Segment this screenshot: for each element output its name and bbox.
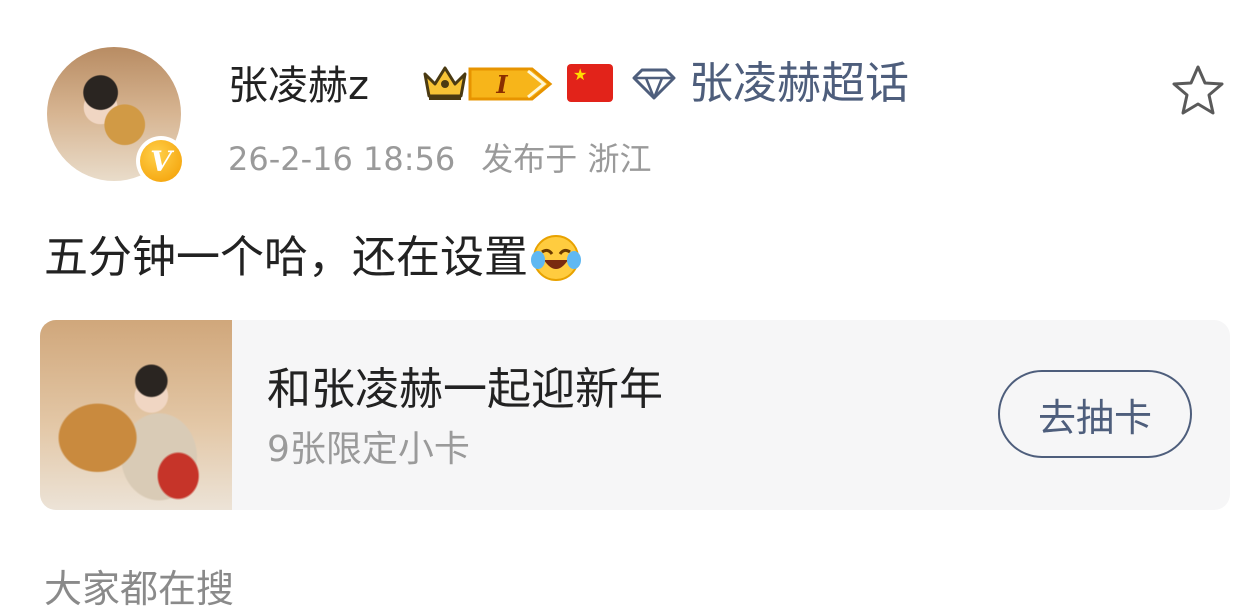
diamond-icon bbox=[632, 68, 676, 100]
level-badge-text: I bbox=[495, 70, 508, 99]
timestamp: 26-2-16 18:56 bbox=[228, 140, 456, 178]
level-badge[interactable]: I bbox=[468, 65, 553, 103]
post-meta: 26-2-16 18:56 发布于 浙江 bbox=[228, 137, 677, 181]
location-label: 发布于 浙江 bbox=[481, 140, 652, 178]
card-subtitle: 9张限定小卡 bbox=[267, 429, 470, 470]
super-topic-link[interactable]: 张凌赫超话 bbox=[689, 54, 909, 114]
username[interactable]: 张凌赫z bbox=[228, 58, 369, 114]
verified-v-icon: V bbox=[136, 136, 186, 186]
china-flag-icon: ★ bbox=[567, 64, 613, 102]
content-text: 五分钟一个哈，还在设置 bbox=[44, 232, 528, 283]
crown-icon bbox=[423, 66, 467, 100]
laugh-cry-emoji-icon bbox=[531, 235, 581, 281]
card-thumbnail bbox=[40, 320, 232, 510]
card-title: 和张凌赫一起迎新年 bbox=[267, 364, 663, 415]
section-title: 大家都在搜 bbox=[44, 567, 235, 611]
promo-card[interactable]: 和张凌赫一起迎新年 9张限定小卡 去抽卡 bbox=[40, 320, 1230, 510]
star-outline-icon[interactable] bbox=[1170, 63, 1226, 119]
draw-card-button[interactable]: 去抽卡 bbox=[998, 370, 1192, 458]
post-content: 五分钟一个哈，还在设置 bbox=[44, 226, 582, 290]
